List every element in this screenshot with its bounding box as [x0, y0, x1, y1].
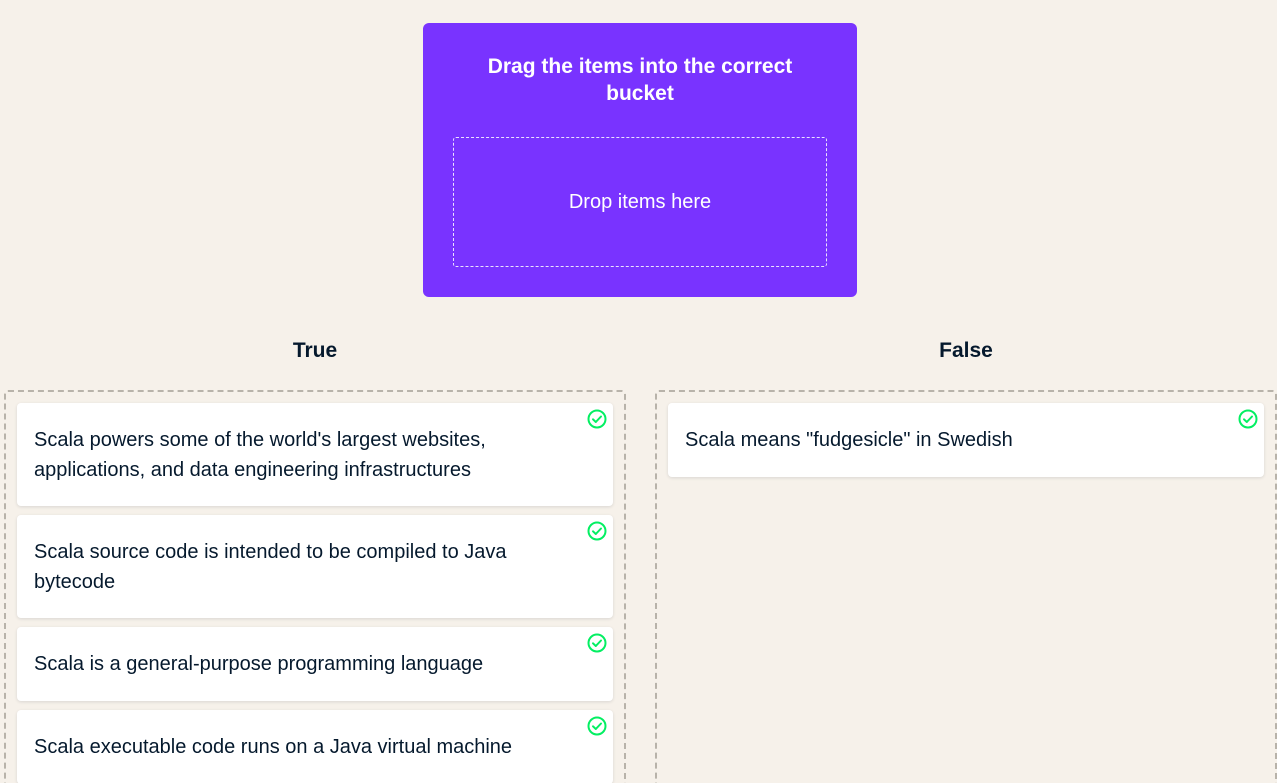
prompt-title: Drag the items into the correct bucket [487, 55, 793, 105]
bucket-heading-true: True [292, 339, 338, 362]
item-text: Scala is a general-purpose programming l… [34, 653, 484, 675]
drop-zone-label: Drop items here [568, 190, 712, 213]
check-circle-icon [587, 409, 607, 429]
item-text: Scala means "fudgesicle" in Swedish [685, 429, 1013, 451]
bucket-heading-false: False [939, 339, 993, 362]
drag-drop-exercise: Drag the items into the correct bucket D… [0, 0, 1277, 783]
draggable-item[interactable]: Scala is a general-purpose programming l… [17, 627, 613, 701]
check-circle-icon [587, 716, 607, 736]
check-circle-icon [1238, 409, 1258, 429]
bucket-false[interactable]: Scala means "fudgesicle" in Swedish [655, 390, 1277, 783]
item-text: Scala source code is intended to be comp… [34, 540, 507, 593]
draggable-item[interactable]: Scala means "fudgesicle" in Swedish [668, 403, 1264, 477]
check-circle-icon [587, 521, 607, 541]
item-text: Scala powers some of the world's largest… [34, 428, 486, 481]
prompt-card: Drag the items into the correct bucket D… [423, 23, 857, 297]
draggable-item[interactable]: Scala source code is intended to be comp… [17, 515, 613, 618]
check-circle-icon [587, 633, 607, 653]
draggable-item[interactable]: Scala executable code runs on a Java vir… [17, 710, 613, 783]
item-text: Scala executable code runs on a Java vir… [34, 736, 513, 758]
draggable-item[interactable]: Scala powers some of the world's largest… [17, 403, 613, 506]
drop-zone[interactable]: Drop items here [453, 137, 827, 267]
bucket-true[interactable]: Scala powers some of the world's largest… [4, 390, 626, 783]
